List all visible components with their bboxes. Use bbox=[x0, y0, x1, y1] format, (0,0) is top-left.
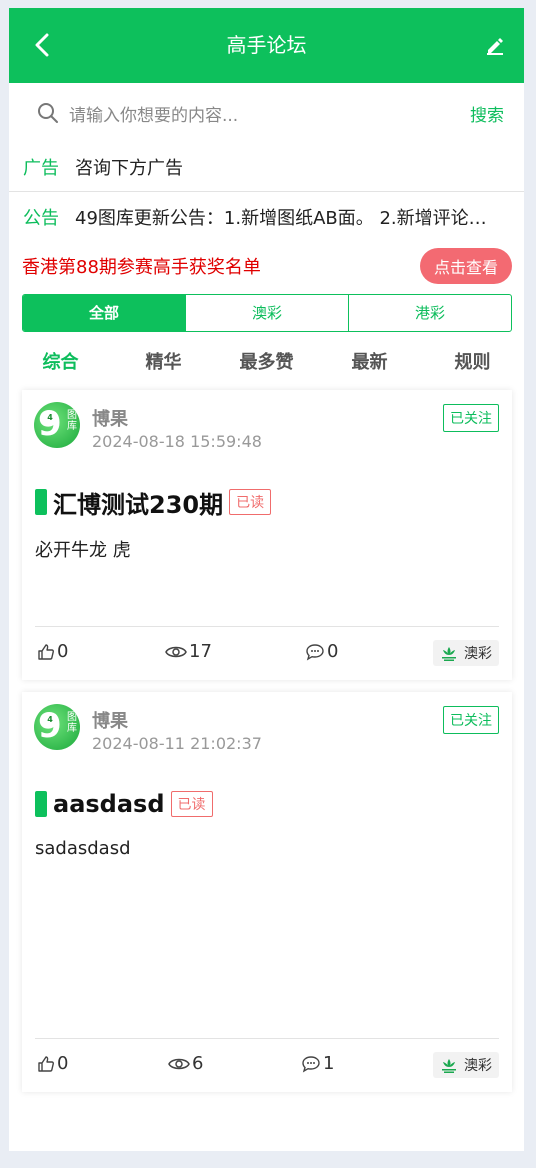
ad-tag: 广告 bbox=[23, 158, 59, 179]
like-action[interactable]: 0 bbox=[37, 1053, 68, 1074]
announcement-text: 49图库更新公告：1.新增图纸AB面。 2.新增评论… bbox=[75, 208, 487, 229]
post-time: 2024-08-18 15:59:48 bbox=[92, 432, 262, 451]
eye-icon bbox=[165, 646, 187, 657]
comment-count: 1 bbox=[323, 1053, 335, 1074]
thumbs-up-icon bbox=[38, 1055, 54, 1072]
follow-button[interactable]: 已关注 bbox=[443, 404, 499, 432]
view-stat: 6 bbox=[168, 1053, 203, 1074]
region-badge: 澳彩 bbox=[433, 640, 499, 666]
view-count: 17 bbox=[189, 641, 212, 662]
like-action[interactable]: 0 bbox=[37, 641, 68, 662]
tab-latest[interactable]: 最新 bbox=[318, 348, 421, 374]
post-footer: 0 6 1 澳彩 bbox=[35, 1038, 499, 1092]
ad-text: 咨询下方广告 bbox=[75, 158, 183, 179]
follow-button[interactable]: 已关注 bbox=[443, 706, 499, 734]
read-badge: 已读 bbox=[170, 791, 213, 817]
post-title-row: aasdasd 已读 bbox=[22, 782, 512, 826]
view-stat: 17 bbox=[165, 641, 212, 662]
like-count: 0 bbox=[57, 1053, 69, 1074]
post-body: 必开牛龙 虎 bbox=[35, 540, 131, 561]
edit-icon[interactable] bbox=[482, 32, 508, 58]
post-card[interactable]: 9 4 图库 博果 2024-08-18 15:59:48 已关注 汇博测试230期… bbox=[22, 390, 512, 680]
lotus-icon bbox=[442, 1059, 456, 1073]
segment-all[interactable]: 全部 bbox=[23, 295, 185, 331]
post-footer: 0 17 0 澳彩 bbox=[35, 626, 499, 680]
search-bar[interactable]: 请输入你想要的内容... 搜索 bbox=[9, 83, 524, 143]
post-time: 2024-08-11 21:02:37 bbox=[92, 734, 262, 753]
comment-count: 0 bbox=[327, 641, 339, 662]
announcement-tag: 公告 bbox=[23, 208, 59, 229]
region-badge: 澳彩 bbox=[433, 1052, 499, 1078]
comment-icon bbox=[302, 1055, 320, 1072]
segment-macau[interactable]: 澳彩 bbox=[185, 295, 348, 331]
comment-icon bbox=[306, 643, 324, 660]
post-header: 9 4 图库 博果 2024-08-11 21:02:37 已关注 bbox=[22, 692, 512, 772]
comment-action[interactable]: 0 bbox=[305, 641, 338, 662]
like-count: 0 bbox=[57, 641, 69, 662]
segment-hongkong[interactable]: 港彩 bbox=[348, 295, 511, 331]
post-title: 汇博测试230期 bbox=[53, 490, 224, 519]
post-header: 9 4 图库 博果 2024-08-18 15:59:48 已关注 bbox=[22, 390, 512, 470]
region-label: 澳彩 bbox=[464, 1058, 492, 1074]
tab-overall[interactable]: 综合 bbox=[9, 348, 112, 374]
tab-rules[interactable]: 规则 bbox=[421, 348, 524, 374]
tab-most-liked[interactable]: 最多赞 bbox=[215, 348, 318, 374]
post-username[interactable]: 博果 bbox=[92, 405, 128, 431]
read-badge: 已读 bbox=[229, 489, 272, 515]
post-title: aasdasd bbox=[53, 790, 165, 818]
search-icon bbox=[38, 103, 58, 123]
post-username[interactable]: 博果 bbox=[92, 707, 128, 733]
search-input[interactable]: 请输入你想要的内容... bbox=[69, 101, 470, 126]
region-segment: 全部 澳彩 港彩 bbox=[22, 294, 512, 332]
avatar[interactable]: 9 4 图库 bbox=[34, 704, 80, 750]
view-count: 6 bbox=[192, 1053, 204, 1074]
title-marker bbox=[35, 489, 47, 515]
comment-action[interactable]: 1 bbox=[301, 1053, 334, 1074]
sort-tabs: 综合 精华 最多赞 最新 规则 bbox=[9, 332, 524, 390]
thumbs-up-icon bbox=[38, 643, 54, 660]
search-button[interactable]: 搜索 bbox=[470, 101, 504, 126]
announcement-row[interactable]: 公告 49图库更新公告：1.新增图纸AB面。 2.新增评论… bbox=[9, 192, 524, 242]
post-title-row: 汇博测试230期 已读 bbox=[22, 480, 512, 524]
post-card[interactable]: 9 4 图库 博果 2024-08-11 21:02:37 已关注 aasdasd … bbox=[22, 692, 512, 1092]
title-marker bbox=[35, 791, 47, 817]
page-title: 高手论坛 bbox=[226, 33, 307, 57]
lotus-icon bbox=[442, 647, 456, 661]
view-award-button[interactable]: 点击查看 bbox=[419, 248, 512, 284]
tab-featured[interactable]: 精华 bbox=[112, 348, 215, 374]
app-screen: 高手论坛 请输入你想要的内容... 搜索 广告 咨询下方广告 公告 49图库更新… bbox=[9, 8, 524, 1151]
avatar[interactable]: 9 4 图库 bbox=[34, 402, 80, 448]
top-nav-bar: 高手论坛 bbox=[9, 8, 524, 83]
region-label: 澳彩 bbox=[464, 646, 492, 662]
ad-row[interactable]: 广告 咨询下方广告 bbox=[9, 143, 524, 191]
award-banner: 香港第88期参赛高手获奖名单 点击查看 bbox=[9, 246, 524, 286]
post-body: sadasdasd bbox=[35, 838, 131, 859]
eye-icon bbox=[168, 1058, 190, 1069]
award-text: 香港第88期参赛高手获奖名单 bbox=[22, 257, 261, 278]
